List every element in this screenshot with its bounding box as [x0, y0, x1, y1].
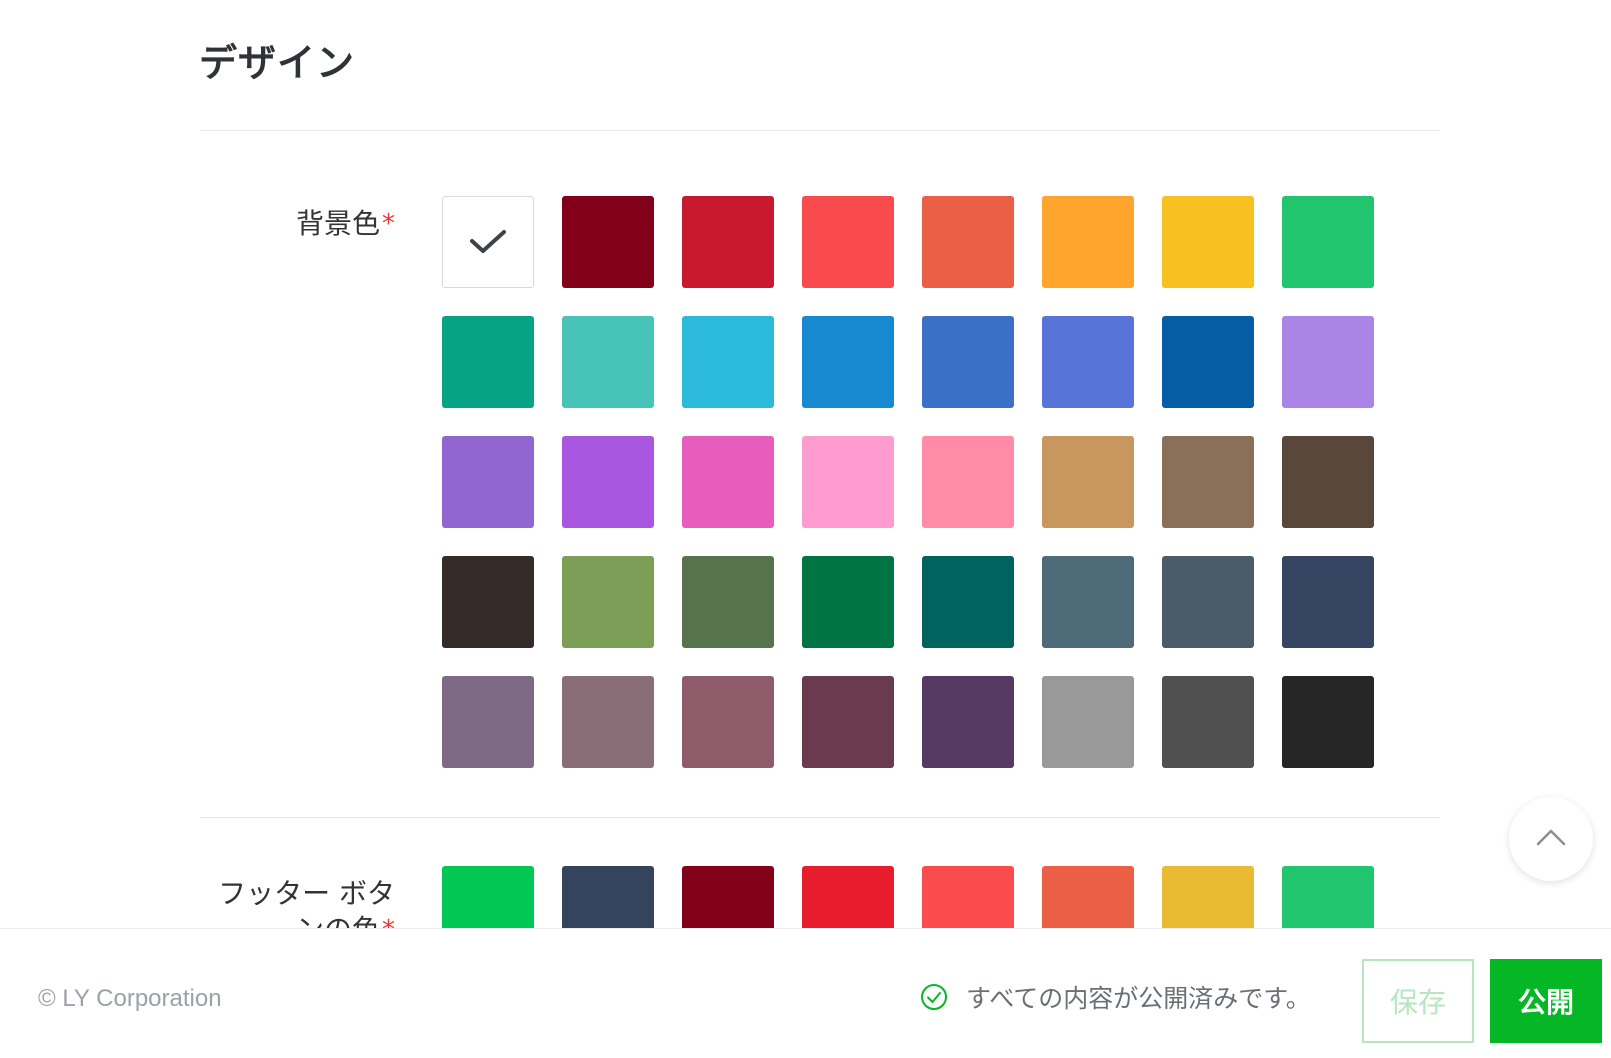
color-swatch[interactable]	[1162, 676, 1254, 768]
color-swatch[interactable]	[1042, 556, 1134, 648]
save-button[interactable]: 保存	[1362, 959, 1474, 1043]
background-color-label: 背景色*	[296, 206, 395, 242]
chevron-up-icon	[1536, 828, 1566, 850]
color-swatch[interactable]	[802, 316, 894, 408]
color-swatch[interactable]	[922, 436, 1014, 528]
color-swatch[interactable]	[922, 196, 1014, 288]
color-swatch[interactable]	[1282, 436, 1374, 528]
color-swatch[interactable]	[442, 316, 534, 408]
color-swatch[interactable]	[1282, 676, 1374, 768]
color-swatch[interactable]	[562, 676, 654, 768]
color-swatch[interactable]	[1162, 436, 1254, 528]
section-divider	[200, 130, 1440, 131]
required-mark: *	[382, 209, 395, 239]
publish-status: すべての内容が公開済みです。	[920, 979, 1311, 1015]
scroll-to-top-button[interactable]	[1509, 797, 1593, 881]
color-swatch[interactable]	[1282, 316, 1374, 408]
color-swatch[interactable]	[442, 196, 534, 288]
color-swatch[interactable]	[1042, 196, 1134, 288]
color-swatch[interactable]	[1162, 316, 1254, 408]
color-swatch[interactable]	[682, 316, 774, 408]
page: デザイン 背景色* フッター ボタンの色* © LY Corporation す…	[0, 0, 1611, 1058]
color-swatch[interactable]	[1282, 556, 1374, 648]
color-swatch[interactable]	[442, 556, 534, 648]
color-swatch[interactable]	[682, 436, 774, 528]
color-swatch[interactable]	[442, 676, 534, 768]
color-swatch[interactable]	[682, 196, 774, 288]
color-swatch[interactable]	[442, 436, 534, 528]
color-swatch[interactable]	[802, 556, 894, 648]
copyright: © LY Corporation	[38, 985, 222, 1012]
color-swatch[interactable]	[562, 436, 654, 528]
color-swatch[interactable]	[1282, 196, 1374, 288]
color-swatch[interactable]	[682, 556, 774, 648]
color-swatch[interactable]	[562, 196, 654, 288]
section-title: デザイン	[199, 41, 356, 85]
check-circle-icon	[920, 983, 948, 1011]
publish-button[interactable]: 公開	[1490, 959, 1602, 1043]
check-icon	[469, 229, 507, 255]
footer-bar: © LY Corporation すべての内容が公開済みです。 保存 公開	[0, 928, 1611, 1058]
field-divider	[200, 817, 1440, 818]
color-swatch[interactable]	[922, 676, 1014, 768]
color-swatch[interactable]	[1162, 556, 1254, 648]
color-swatch[interactable]	[562, 556, 654, 648]
publish-status-text: すべての内容が公開済みです。	[966, 984, 1311, 1013]
color-swatch[interactable]	[802, 436, 894, 528]
color-swatch[interactable]	[802, 196, 894, 288]
color-swatch[interactable]	[922, 316, 1014, 408]
color-swatch[interactable]	[1042, 676, 1134, 768]
color-swatch[interactable]	[1042, 436, 1134, 528]
background-color-swatches	[442, 196, 1374, 768]
color-swatch[interactable]	[1042, 316, 1134, 408]
color-swatch[interactable]	[682, 676, 774, 768]
color-swatch[interactable]	[562, 316, 654, 408]
background-color-label-text: 背景色	[295, 207, 380, 240]
color-swatch[interactable]	[922, 556, 1014, 648]
color-swatch[interactable]	[802, 676, 894, 768]
color-swatch[interactable]	[1162, 196, 1254, 288]
